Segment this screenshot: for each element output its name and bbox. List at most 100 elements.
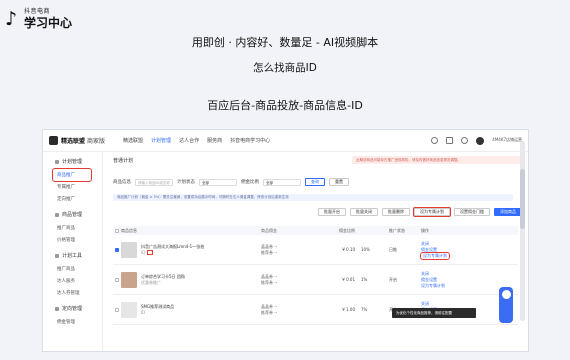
sidebar-item[interactable]: 推广商品 xyxy=(43,222,102,234)
top-nav-bar: 精选联盟 商家版 精选联盟 计划管理 达人合作 服务商 抖音电商学习中心 4M4K… xyxy=(43,130,528,152)
main-content: 普通计划 近期该商品可能存在推广违规风险，请及时做好商品信息规范调整。 商品信息… xyxy=(103,152,528,351)
brand-name: 精选联盟 商家版 xyxy=(61,138,106,145)
settings-icon[interactable] xyxy=(431,137,439,144)
sidebar-item[interactable]: 推广商品 xyxy=(43,263,102,275)
ratio-text: 7% xyxy=(361,307,368,312)
status-text: 开启 xyxy=(389,276,397,282)
product-name[interactable]: SMG推荐测试商品 xyxy=(141,304,174,310)
nav-item[interactable]: 抖音电商学习中心 xyxy=(230,137,270,144)
nav-item[interactable]: 精选联盟 xyxy=(123,137,143,144)
batch-enable-button[interactable]: 批量开启 xyxy=(318,208,346,216)
set-exclusive-link[interactable]: 设为专属计划 xyxy=(421,283,466,289)
price-text: ¥ 0.10 xyxy=(342,247,355,252)
table-row: 订单综合学习卡5日 团购 优惠券推广 晶晶券 -- 推荐券 -- ¥ 0.01 … xyxy=(113,265,518,295)
info-tip: 商品推广计划（佣金 ≥ 5%）需关注营销，设置成功后展示时间，可随时在达人佣金调… xyxy=(113,194,513,201)
ratio-text: 1% xyxy=(361,277,368,282)
metric-text: 推荐券 -- xyxy=(261,249,278,255)
add-product-button[interactable]: 添加商品 xyxy=(494,208,522,216)
set-threshold-button[interactable]: 设置佣金门槛 xyxy=(454,208,490,216)
assistant-widget[interactable] xyxy=(499,287,513,323)
product-search-input[interactable]: 请输入商品ID或名称 xyxy=(135,178,173,186)
filter-label: 商品信息 xyxy=(113,180,131,185)
target-icon xyxy=(55,306,59,311)
row-checkbox[interactable] xyxy=(115,307,119,312)
product-id: 优惠券推广 xyxy=(141,279,161,285)
sidebar-item[interactable]: 定向推广 xyxy=(43,193,102,205)
goods-icon xyxy=(55,212,59,217)
set-exclusive-plan-button[interactable]: 设为专属计划 xyxy=(413,207,451,217)
nav-item-active[interactable]: 计划管理 xyxy=(151,137,171,144)
sidebar-group-head[interactable]: 计划管理 xyxy=(62,158,82,165)
id-highlight-box xyxy=(146,250,153,255)
notice-banner: 近期该商品可能存在推广违规风险，请及时做好商品信息规范调整。 xyxy=(352,156,522,164)
column-header: 推广状态 xyxy=(389,227,405,233)
batch-actions: 批量开启 批量关闭 批量删除 设为专属计划 设置佣金门槛 添加商品 xyxy=(318,207,522,217)
scrollbar[interactable] xyxy=(520,141,525,321)
status-text: 已推 xyxy=(389,246,397,252)
sidebar-group-head[interactable]: 定向管理 xyxy=(62,305,82,312)
column-header: 操作 xyxy=(421,227,429,233)
sidebar-item[interactable]: 专属推广 xyxy=(43,181,102,193)
tiktok-note-icon: ♪ xyxy=(5,8,18,30)
table-header: 商品信息 商品佣金 佣金比例 推广状态 操作 xyxy=(113,226,518,235)
backend-screenshot: 精选联盟 商家版 精选联盟 计划管理 达人合作 服务商 抖音电商学习中心 4M4K… xyxy=(42,129,529,352)
robot-icon xyxy=(501,290,511,299)
account-name[interactable]: 4M4K7店铺运营 xyxy=(492,137,522,143)
column-header: 商品佣金 xyxy=(261,227,277,233)
price-text: ¥ 0.01 xyxy=(342,277,355,282)
product-name[interactable]: 订单综合学习卡5日 团购 xyxy=(141,274,185,280)
sidebar-item[interactable]: 价格管理 xyxy=(43,234,102,246)
commission-settings-link[interactable]: 佣金设置 xyxy=(421,247,466,253)
logo-big-text: 学习中心 xyxy=(24,16,73,30)
batch-disable-button[interactable]: 批量关闭 xyxy=(350,208,378,216)
scrollbar-thumb[interactable] xyxy=(520,169,525,229)
sidebar-group-head[interactable]: 计划工具 xyxy=(62,252,82,259)
row-checkbox[interactable] xyxy=(115,277,119,282)
ratio-text: 10% xyxy=(361,247,370,252)
ratio-select[interactable]: 全部 xyxy=(263,178,301,186)
filter-bar: 商品信息 请输入商品ID或名称 计划状态 全部 佣金比例 全部 查询 重置 xyxy=(113,178,349,186)
price-text: ¥ 1.00 xyxy=(342,307,355,312)
brand-icon xyxy=(49,136,58,145)
sidebar-item[interactable]: 达人券管理 xyxy=(43,287,102,299)
nav-item[interactable]: 达人合作 xyxy=(179,137,199,144)
reset-button[interactable]: 重置 xyxy=(329,178,349,186)
select-all-checkbox[interactable] xyxy=(115,228,119,233)
set-exclusive-link[interactable]: 设为专属计划 xyxy=(420,251,450,260)
column-header: 商品信息 xyxy=(121,227,137,233)
bell-icon[interactable] xyxy=(461,137,469,144)
plan-icon xyxy=(55,159,59,164)
slide-path: 百应后台-商品投放-商品信息-ID xyxy=(207,99,363,112)
sidebar-item-active[interactable]: 商品推广 xyxy=(52,168,92,182)
learning-center-logo: ♪ 抖音电商 学习中心 xyxy=(5,8,72,30)
status-select[interactable]: 全部 xyxy=(199,178,237,186)
product-name[interactable]: 抖音广告测试大海报Lmn4-1一张拍 xyxy=(141,244,204,250)
tool-icon xyxy=(55,253,59,258)
sidebar-item[interactable]: 佣金管理 xyxy=(43,316,102,328)
batch-delete-button[interactable]: 批量删除 xyxy=(382,208,410,216)
floating-tooltip: 为优化个性化商品推荐，请前往配置 xyxy=(392,308,476,318)
search-button[interactable]: 查询 xyxy=(305,178,325,186)
product-thumbnail xyxy=(121,301,137,318)
product-thumbnail xyxy=(121,241,137,258)
product-thumbnail xyxy=(121,271,137,288)
sidebar: 计划管理 商品推广 专属推广 定向推广 商品管理 推广商品 价格管理 计划工具 … xyxy=(43,152,103,351)
nav-item[interactable]: 服务商 xyxy=(207,137,222,144)
message-icon[interactable] xyxy=(446,137,454,144)
slide-subtitle: 怎么找商品ID xyxy=(253,62,317,74)
brand: 精选联盟 商家版 xyxy=(49,136,105,145)
filter-label: 佣金比例 xyxy=(241,180,259,185)
product-id: ID xyxy=(141,309,146,315)
column-header: 佣金比例 xyxy=(339,227,355,233)
breadcrumb: 普通计划 xyxy=(113,158,134,164)
sidebar-group-head[interactable]: 商品管理 xyxy=(62,211,82,218)
metric-text: 推荐券 -- xyxy=(261,309,278,315)
filter-label: 计划状态 xyxy=(177,180,195,185)
row-checkbox[interactable] xyxy=(115,247,119,252)
metric-text: 推荐券 -- xyxy=(261,279,278,285)
avatar[interactable] xyxy=(476,136,485,145)
sidebar-item[interactable]: 达人服务 xyxy=(43,275,102,287)
logo-small-text: 抖音电商 xyxy=(24,8,51,15)
slide-title: 用即创 · 内容好、数量足 - AI视频脚本 xyxy=(191,36,379,49)
table-row: 抖音广告测试大海报Lmn4-1一张拍 ID 晶晶券 -- 推荐券 -- ¥ 0.… xyxy=(113,235,518,265)
